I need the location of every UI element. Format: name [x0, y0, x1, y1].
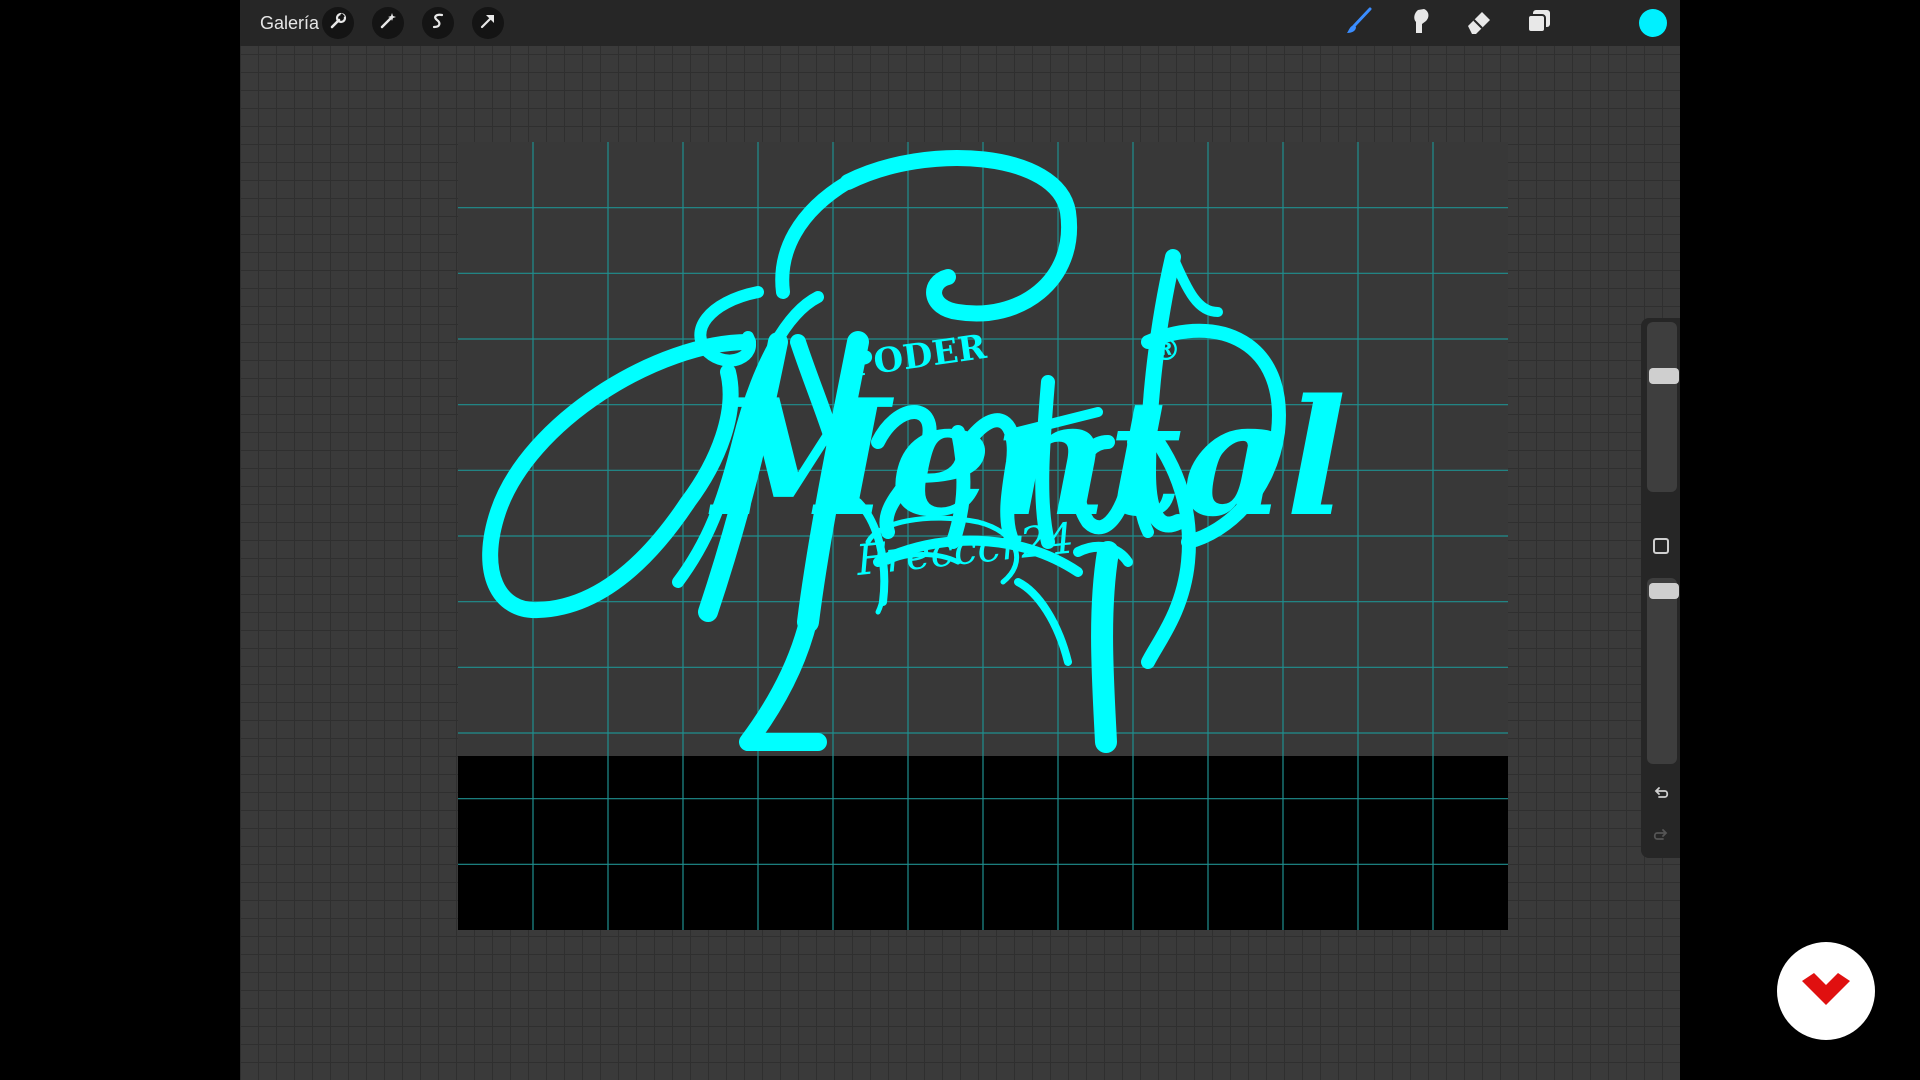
selection-s-icon	[428, 11, 448, 36]
eraser-tool-button[interactable]	[1462, 6, 1496, 40]
layers-icon	[1524, 6, 1554, 41]
side-bar	[1641, 318, 1680, 858]
smudge-finger-icon	[1404, 6, 1434, 41]
lettering-artwork: PODER Mental ® Frecccr24	[482, 150, 1347, 753]
smudge-tool-button[interactable]	[1402, 6, 1436, 40]
adjustments-button[interactable]	[372, 7, 404, 39]
procreate-app: Galería PODER Mental ® Frecccr24	[240, 0, 1680, 1080]
brush-size-thumb[interactable]	[1649, 368, 1679, 385]
brand-logo-badge	[1777, 942, 1875, 1040]
domestika-logo-icon	[1800, 971, 1852, 1012]
undo-icon	[1651, 784, 1671, 809]
square-modify-icon[interactable]	[1653, 538, 1669, 554]
drawing-canvas[interactable]: PODER Mental ® Frecccr24	[458, 142, 1508, 930]
gallery-button[interactable]: Galería	[260, 0, 319, 46]
brush-tool-button[interactable]	[1342, 6, 1376, 40]
redo-icon	[1651, 826, 1671, 851]
magic-wand-icon	[378, 11, 398, 36]
transform-arrow-icon	[478, 11, 498, 36]
brush-size-slider[interactable]	[1647, 322, 1679, 492]
top-toolbar: Galería	[240, 0, 1680, 46]
undo-button[interactable]	[1649, 784, 1673, 808]
eraser-icon	[1464, 6, 1494, 41]
redo-button[interactable]	[1649, 826, 1673, 850]
artwork-registered-mark: ®	[1151, 333, 1181, 368]
selection-button[interactable]	[422, 7, 454, 39]
opacity-thumb[interactable]	[1649, 583, 1679, 600]
brush-icon	[1344, 6, 1374, 41]
screen: Galería PODER Mental ® Frecccr24	[0, 0, 1920, 1080]
wrench-icon	[328, 11, 348, 36]
color-picker-button[interactable]	[1639, 9, 1667, 37]
layers-button[interactable]	[1522, 6, 1556, 40]
opacity-slider[interactable]	[1647, 578, 1679, 764]
actions-button[interactable]	[322, 7, 354, 39]
transform-button[interactable]	[472, 7, 504, 39]
